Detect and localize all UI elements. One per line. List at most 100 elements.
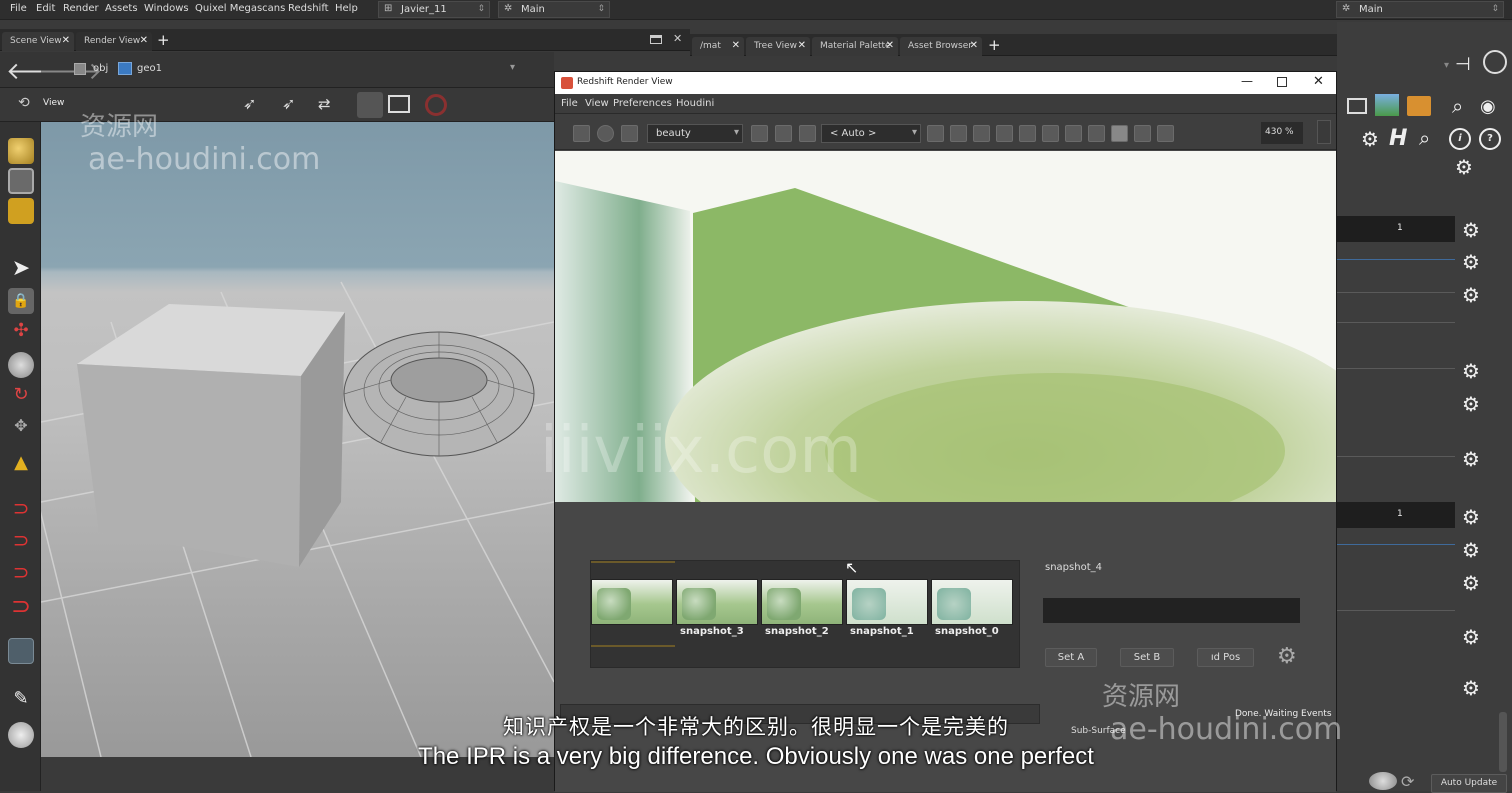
chevron-down-icon[interactable]: ▾ bbox=[510, 62, 515, 73]
rv-menu-view[interactable]: View bbox=[585, 98, 609, 109]
maximize-icon[interactable] bbox=[1277, 77, 1287, 87]
eye-icon[interactable]: ◉ bbox=[1480, 96, 1496, 117]
desktop-dropdown[interactable]: ⊞ Javier_11 ⇕ bbox=[378, 1, 490, 18]
menu-edit[interactable]: Edit bbox=[36, 3, 55, 14]
gear-icon[interactable]: ⚙ bbox=[1460, 506, 1482, 528]
set-a-button[interactable]: Set A bbox=[1045, 648, 1097, 667]
set-b-button[interactable]: Set B bbox=[1120, 648, 1174, 667]
snap-tool-icon[interactable]: ➶ bbox=[282, 94, 295, 113]
menu-assets[interactable]: Assets bbox=[105, 3, 138, 14]
camera-icon[interactable] bbox=[751, 125, 768, 142]
snapshot-strip[interactable]: snapshot_3 snapshot_2 snapshot_1 snapsho… bbox=[590, 560, 1020, 668]
tab-material-palette[interactable]: Material Palette ✕ bbox=[812, 37, 898, 56]
magnet-icon[interactable]: ⊃ bbox=[8, 560, 34, 586]
image-add-icon[interactable] bbox=[1375, 94, 1399, 116]
bundle-icon[interactable] bbox=[1407, 96, 1431, 116]
minimize-icon[interactable]: — bbox=[1241, 74, 1253, 88]
pose-tool-icon[interactable]: ✥ bbox=[8, 416, 34, 442]
gear-icon[interactable]: ⚙ bbox=[1460, 284, 1482, 306]
gear-icon[interactable]: ⚙ bbox=[1460, 626, 1482, 648]
channel-icon[interactable] bbox=[1019, 125, 1036, 142]
brain-icon[interactable] bbox=[1369, 772, 1397, 790]
tab-render-view[interactable]: Render View ✕ bbox=[76, 32, 152, 51]
pane-menu-icon[interactable] bbox=[650, 35, 662, 44]
display-icon[interactable] bbox=[388, 95, 410, 113]
channel-icon[interactable] bbox=[1042, 125, 1059, 142]
view-tool-icon[interactable]: ⟲ bbox=[18, 95, 30, 111]
slider-track[interactable] bbox=[1337, 456, 1455, 457]
close-icon[interactable]: ✕ bbox=[970, 40, 978, 51]
gear-icon[interactable]: ⚙ bbox=[1460, 539, 1482, 561]
slider-track[interactable] bbox=[1337, 292, 1455, 293]
move-tool-icon[interactable]: ✣ bbox=[8, 320, 34, 346]
aov-dropdown[interactable]: beauty ▾ bbox=[647, 124, 743, 143]
stop-icon[interactable] bbox=[425, 94, 447, 116]
tab-scene-view[interactable]: Scene View ✕ bbox=[2, 32, 74, 51]
snapshot-thumb-3[interactable] bbox=[676, 579, 758, 625]
houdini-help-icon[interactable]: H bbox=[1389, 126, 1407, 151]
channel-icon[interactable] bbox=[973, 125, 990, 142]
close-icon[interactable]: ✕ bbox=[62, 35, 70, 46]
region-icon[interactable] bbox=[775, 125, 792, 142]
id-pos-button[interactable]: ıd Pos bbox=[1197, 648, 1254, 667]
magnet-icon[interactable]: ⊃ bbox=[8, 528, 34, 554]
pivot-tool-icon[interactable]: ▲ bbox=[8, 452, 34, 478]
grid-icon[interactable] bbox=[950, 125, 967, 142]
path-geo1[interactable]: geo1 bbox=[137, 63, 162, 74]
handle-tool-icon[interactable]: ⇄ bbox=[318, 95, 331, 113]
menu-quixel[interactable]: Quixel Megascans bbox=[195, 3, 285, 14]
grid-tool-icon[interactable] bbox=[8, 168, 34, 194]
box-tool-icon[interactable] bbox=[8, 198, 34, 224]
note-icon[interactable] bbox=[1347, 98, 1367, 114]
gear-icon[interactable]: ⚙ bbox=[1460, 219, 1482, 241]
select-tool-icon[interactable]: ➶ bbox=[243, 94, 256, 113]
render-icon[interactable] bbox=[597, 125, 614, 142]
histogram-icon[interactable] bbox=[1134, 125, 1151, 142]
menu-help[interactable]: Help bbox=[335, 3, 358, 14]
circle-icon[interactable] bbox=[1483, 50, 1507, 74]
snapshot-name-field[interactable] bbox=[1043, 598, 1300, 623]
slider-track[interactable] bbox=[1337, 544, 1455, 545]
context-dropdown[interactable]: ✲ Main ⇕ bbox=[498, 1, 610, 18]
scene-viewport[interactable] bbox=[41, 122, 554, 757]
close-icon[interactable]: ✕ bbox=[732, 40, 740, 51]
menu-render[interactable]: Render bbox=[63, 3, 99, 14]
scale-tool-icon[interactable] bbox=[8, 352, 34, 378]
gear-icon[interactable]: ⚙ bbox=[1460, 251, 1482, 273]
gear-icon[interactable]: ⚙ bbox=[1460, 572, 1482, 594]
slider-track[interactable] bbox=[1337, 610, 1455, 611]
rotate-tool-icon[interactable]: ↻ bbox=[8, 384, 34, 410]
gear-icon[interactable]: ⚙ bbox=[1277, 644, 1297, 669]
param-value-field[interactable]: 1 bbox=[1389, 216, 1455, 242]
render-region-icon[interactable] bbox=[357, 92, 383, 118]
stop-icon[interactable] bbox=[621, 125, 638, 142]
add-tab-icon[interactable]: + bbox=[988, 36, 1001, 54]
sphere-tool-icon[interactable] bbox=[8, 138, 34, 164]
view-label[interactable]: View bbox=[43, 98, 64, 108]
rv-menu-preferences[interactable]: Preferences bbox=[613, 98, 672, 109]
rv-menu-file[interactable]: File bbox=[561, 98, 578, 109]
camera-tool-icon[interactable] bbox=[8, 638, 34, 664]
lock-icon[interactable]: 🔒 bbox=[8, 288, 34, 314]
right-context-dropdown[interactable]: ✲ Main ⇕ bbox=[1336, 1, 1504, 18]
settings-icon[interactable] bbox=[1157, 125, 1174, 142]
close-icon[interactable]: ✕ bbox=[140, 35, 148, 46]
fit-icon[interactable] bbox=[1065, 125, 1082, 142]
select-arrow-icon[interactable]: ➤ bbox=[8, 256, 34, 282]
slider-track[interactable] bbox=[1337, 368, 1455, 369]
slider-track[interactable] bbox=[1337, 259, 1455, 260]
help-icon[interactable]: ? bbox=[1479, 128, 1501, 150]
magnet-icon[interactable]: ⊃ bbox=[8, 592, 34, 620]
tab-tree-view[interactable]: Tree View ✕ bbox=[746, 37, 810, 56]
close-icon[interactable]: ✕ bbox=[886, 40, 894, 51]
crop-icon[interactable] bbox=[799, 125, 816, 142]
rv-menu-houdini[interactable]: Houdini bbox=[676, 98, 714, 109]
search-icon[interactable]: ⌕ bbox=[1419, 126, 1430, 150]
gear-icon[interactable]: ⚙ bbox=[1460, 448, 1482, 470]
close-icon[interactable]: ✕ bbox=[1313, 74, 1324, 89]
gear-icon[interactable]: ⚙ bbox=[1460, 677, 1482, 699]
menu-windows[interactable]: Windows bbox=[144, 3, 189, 14]
search-icon[interactable]: ⌕ bbox=[1452, 94, 1463, 118]
auto-update-button[interactable]: Auto Update bbox=[1431, 774, 1507, 793]
menu-redshift[interactable]: Redshift bbox=[288, 3, 329, 14]
